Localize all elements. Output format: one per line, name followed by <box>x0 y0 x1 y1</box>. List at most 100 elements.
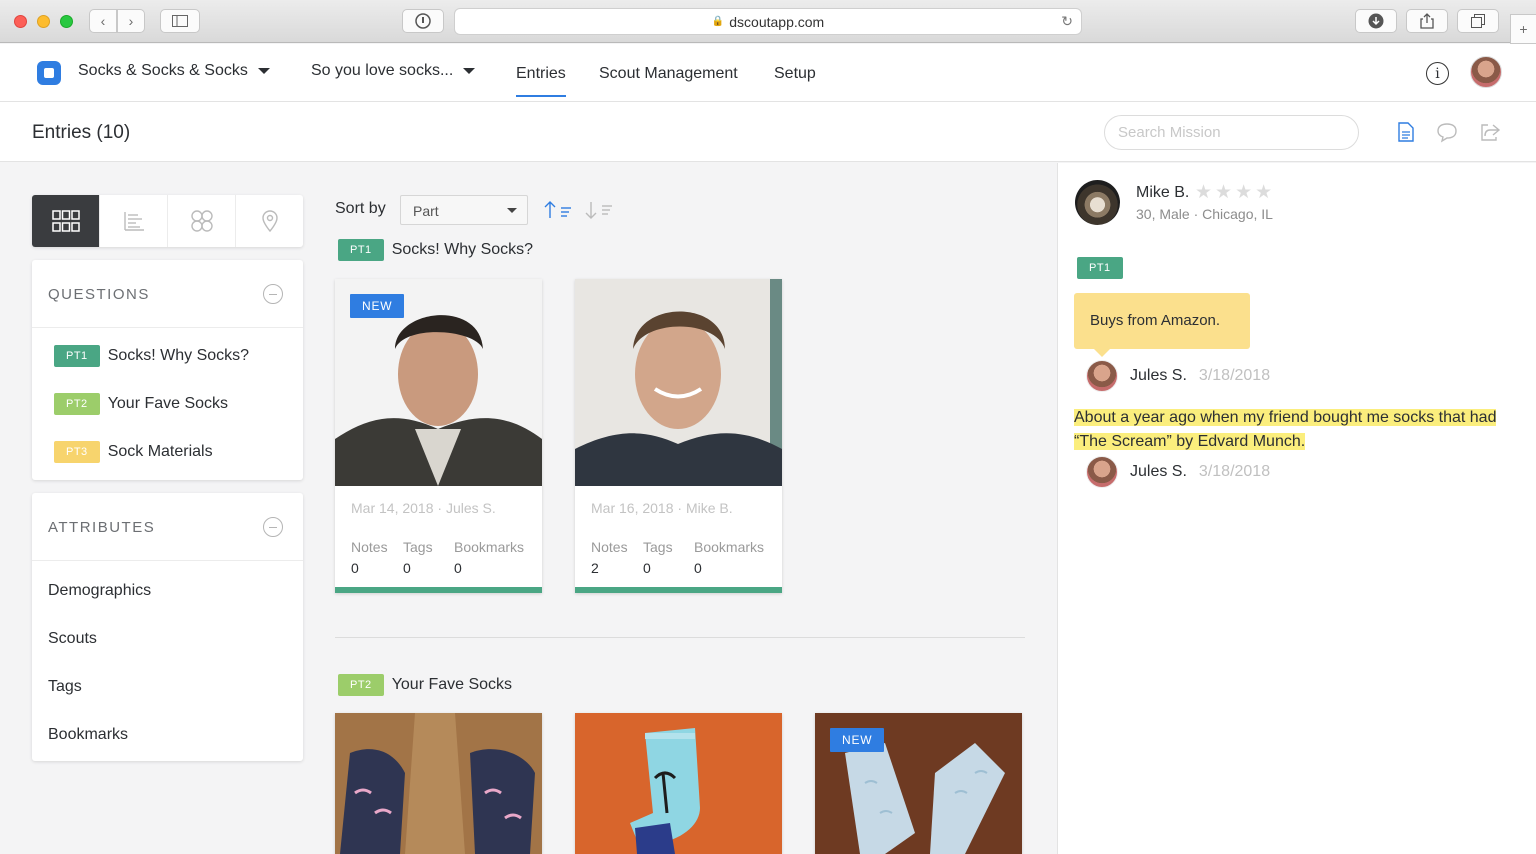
entry-card[interactable]: NEW <box>815 713 1022 854</box>
browser-toolbar: ‹ › 🔒 dscoutapp.com ↻ + <box>0 0 1536 44</box>
user-avatar[interactable] <box>1470 56 1502 88</box>
shield-icon <box>415 13 431 29</box>
chevron-left-icon: ‹ <box>100 13 106 29</box>
author-name: Jules S. <box>1130 463 1187 480</box>
reload-icon[interactable]: ↻ <box>1061 13 1073 30</box>
question-label: Your Fave Socks <box>107 395 229 412</box>
list-view-button[interactable] <box>100 195 168 247</box>
note-date: 3/18/2018 <box>1198 367 1271 384</box>
highlight-date: 3/18/2018 <box>1198 463 1271 480</box>
share-icon[interactable] <box>1479 121 1501 143</box>
share-button[interactable] <box>1406 9 1448 33</box>
tags-stat: Tags 0 <box>403 539 433 576</box>
part-tag: PT1 <box>338 239 384 261</box>
highlight-quote[interactable]: About a year ago when my friend bought m… <box>1074 406 1524 454</box>
sort-ascending-icon[interactable] <box>543 200 573 220</box>
forward-button[interactable]: › <box>117 9 145 33</box>
view-switcher <box>32 195 303 247</box>
note-bubble[interactable]: Buys from Amazon. <box>1074 293 1250 357</box>
question-item-pt3[interactable]: PT3 Sock Materials <box>54 441 213 463</box>
scout-name[interactable]: Mike B. <box>1136 184 1189 202</box>
minimize-window-button[interactable] <box>37 15 50 28</box>
url-text: dscoutapp.com <box>729 13 825 30</box>
entry-meta: Mar 14, 2018 · Jules S. <box>351 500 496 516</box>
entry-thumbnail[interactable] <box>575 713 782 854</box>
scout-avatar[interactable] <box>1075 180 1120 225</box>
app-header: Socks & Socks & Socks So you love socks.… <box>0 44 1536 102</box>
chevron-right-icon: › <box>128 13 134 29</box>
downloads-button[interactable] <box>1355 9 1397 33</box>
highlight-text: About a year ago when my friend bought m… <box>1074 409 1497 450</box>
mission-name: So you love socks... <box>311 62 454 79</box>
scout-photo <box>575 279 782 486</box>
tab-scout-management[interactable]: Scout Management <box>599 65 738 83</box>
dscout-logo[interactable] <box>37 61 61 85</box>
attributes-header[interactable]: ATTRIBUTES <box>32 493 303 561</box>
questions-header[interactable]: QUESTIONS <box>32 260 303 328</box>
part-tag: PT2 <box>338 674 384 696</box>
attribute-scouts[interactable]: Scouts <box>48 630 97 648</box>
entry-card[interactable] <box>575 713 782 854</box>
section-header-pt2: PT2 Your Fave Socks <box>338 674 512 696</box>
tabs-icon <box>1471 14 1485 28</box>
author-avatar <box>1086 456 1118 488</box>
address-bar[interactable]: 🔒 dscoutapp.com ↻ <box>454 8 1082 35</box>
info-icon[interactable]: i <box>1426 62 1449 85</box>
list-icon <box>123 212 144 231</box>
tab-setup[interactable]: Setup <box>774 65 816 83</box>
highlight-author-row: Jules S. 3/18/2018 <box>1086 456 1270 488</box>
comment-icon[interactable] <box>1436 121 1458 143</box>
document-icon[interactable] <box>1395 121 1417 143</box>
mission-dropdown[interactable]: So you love socks... <box>311 62 476 80</box>
notes-stat: Notes 2 <box>591 539 628 576</box>
entry-thumbnail[interactable]: NEW <box>815 713 1022 854</box>
new-tab-button[interactable]: + <box>1510 14 1536 44</box>
cluster-view-button[interactable] <box>168 195 236 247</box>
entry-thumbnail[interactable] <box>335 713 542 854</box>
question-item-pt1[interactable]: PT1 Socks! Why Socks? <box>54 345 249 367</box>
entry-card[interactable]: NEW Mar 14, 2018 · Jules S. Notes 0 Tags 0… <box>335 279 542 593</box>
location-pin-icon <box>261 210 278 232</box>
tab-entries[interactable]: Entries <box>516 65 566 97</box>
zoom-window-button[interactable] <box>60 15 73 28</box>
tabs-overview-button[interactable] <box>1457 9 1499 33</box>
grid-view-button[interactable] <box>32 195 100 247</box>
attributes-title: ATTRIBUTES <box>48 519 156 536</box>
new-badge: NEW <box>350 294 405 318</box>
entry-thumbnail[interactable] <box>575 279 782 486</box>
attribute-demographics[interactable]: Demographics <box>48 582 151 600</box>
close-window-button[interactable] <box>14 15 27 28</box>
collapse-icon[interactable] <box>263 517 283 537</box>
new-badge: NEW <box>830 728 885 752</box>
question-label: Sock Materials <box>107 443 213 460</box>
entry-card[interactable] <box>335 713 542 854</box>
entry-detail-panel: Mike B. ★★★★ 30, Male · Chicago, IL PT1 … <box>1057 163 1536 854</box>
part-tag: PT1 <box>1077 257 1123 279</box>
cluster-icon <box>190 210 213 232</box>
attribute-tags[interactable]: Tags <box>48 678 82 696</box>
sort-label: Sort by <box>335 200 386 217</box>
map-view-button[interactable] <box>236 195 303 247</box>
back-button[interactable]: ‹ <box>89 9 117 33</box>
search-input[interactable] <box>1104 115 1359 150</box>
caret-down-icon <box>463 68 476 74</box>
tab-label: Setup <box>774 65 816 82</box>
entry-card[interactable]: Mar 16, 2018 · Mike B. Notes 2 Tags 0 Book… <box>575 279 782 593</box>
card-status-bar <box>335 587 542 593</box>
privacy-report-button[interactable] <box>402 9 444 33</box>
section-header-pt1: PT1 Socks! Why Socks? <box>338 239 533 261</box>
sort-select[interactable]: Part <box>400 195 528 225</box>
rating-stars[interactable]: ★★★★ <box>1195 181 1275 204</box>
sidebar-toggle-button[interactable] <box>160 9 200 33</box>
collapse-icon[interactable] <box>263 284 283 304</box>
tags-stat: Tags 0 <box>643 539 673 576</box>
notes-stat: Notes 0 <box>351 539 388 576</box>
note-text: Buys from Amazon. <box>1090 312 1221 329</box>
lock-icon: 🔒 <box>711 16 725 27</box>
attribute-bookmarks[interactable]: Bookmarks <box>48 726 128 744</box>
sort-descending-icon[interactable] <box>584 200 614 220</box>
question-item-pt2[interactable]: PT2 Your Fave Socks <box>54 393 228 415</box>
entry-thumbnail[interactable]: NEW <box>335 279 542 486</box>
section-title: Your Fave Socks <box>391 676 513 693</box>
project-dropdown[interactable]: Socks & Socks & Socks <box>78 62 270 80</box>
